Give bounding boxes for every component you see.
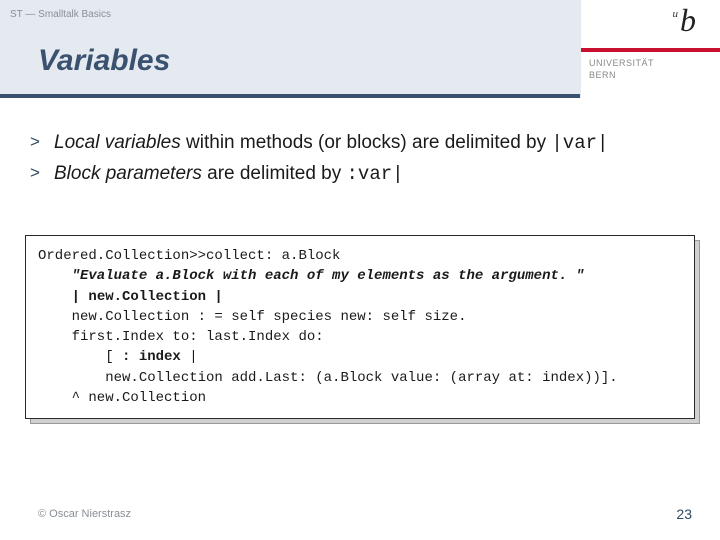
code-example: Ordered.Collection>>collect: a.Block "Ev… [25, 235, 695, 419]
bullet-code: :var| [347, 163, 404, 185]
code-line: new.Collection add.Last: (a.Block value:… [38, 370, 618, 386]
bullet-plain: within methods (or blocks) are delimited… [181, 132, 552, 153]
code-indent: [ [38, 349, 122, 365]
bullet-plain: are delimited by [202, 163, 347, 184]
code-line: first.Index to: last.Index do: [38, 329, 324, 345]
code-line: ^ new.Collection [38, 390, 206, 406]
content-area: > Local variables within methods (or blo… [30, 130, 690, 191]
footer: © Oscar Nierstrasz 23 [38, 506, 692, 522]
uni-line2: BERN [589, 70, 616, 80]
bullet-em: Local variables [54, 132, 181, 153]
bullet-item: > Block parameters are delimited by :var… [30, 161, 690, 188]
logo-red-line [581, 48, 720, 52]
code-indent [38, 289, 72, 305]
bullet-text: Local variables within methods (or block… [54, 130, 608, 157]
header-bar: ST — Smalltalk Basics [0, 0, 580, 28]
logo-u: u [673, 8, 679, 20]
page-number: 23 [676, 506, 692, 522]
bullet-text: Block parameters are delimited by :var| [54, 161, 404, 188]
code-line: new.Collection : = self species new: sel… [38, 309, 466, 325]
logo-letters: u b [673, 6, 697, 35]
bullet-marker: > [30, 130, 54, 154]
breadcrumb: ST — Smalltalk Basics [10, 9, 111, 20]
university-logo: u b UNIVERSITÄT BERN [580, 0, 720, 98]
code-local-decl: | new.Collection | [72, 289, 223, 305]
code-box: Ordered.Collection>>collect: a.Block "Ev… [25, 235, 695, 419]
code-comment: "Evaluate a.Block with each of my elemen… [38, 268, 584, 284]
bullet-em: Block parameters [54, 163, 202, 184]
page-title: Variables [38, 44, 170, 78]
bullet-marker: > [30, 161, 54, 185]
logo-b: b [680, 6, 696, 35]
university-name: UNIVERSITÄT BERN [589, 58, 654, 81]
copyright: © Oscar Nierstrasz [38, 508, 131, 520]
code-line: Ordered.Collection>>collect: a.Block [38, 248, 340, 264]
bullet-code: |var| [551, 132, 608, 154]
uni-line1: UNIVERSITÄT [589, 58, 654, 68]
bullet-item: > Local variables within methods (or blo… [30, 130, 690, 157]
title-bar: Variables [0, 28, 580, 98]
code-text: | [181, 349, 198, 365]
code-block-param: : index [122, 349, 181, 365]
